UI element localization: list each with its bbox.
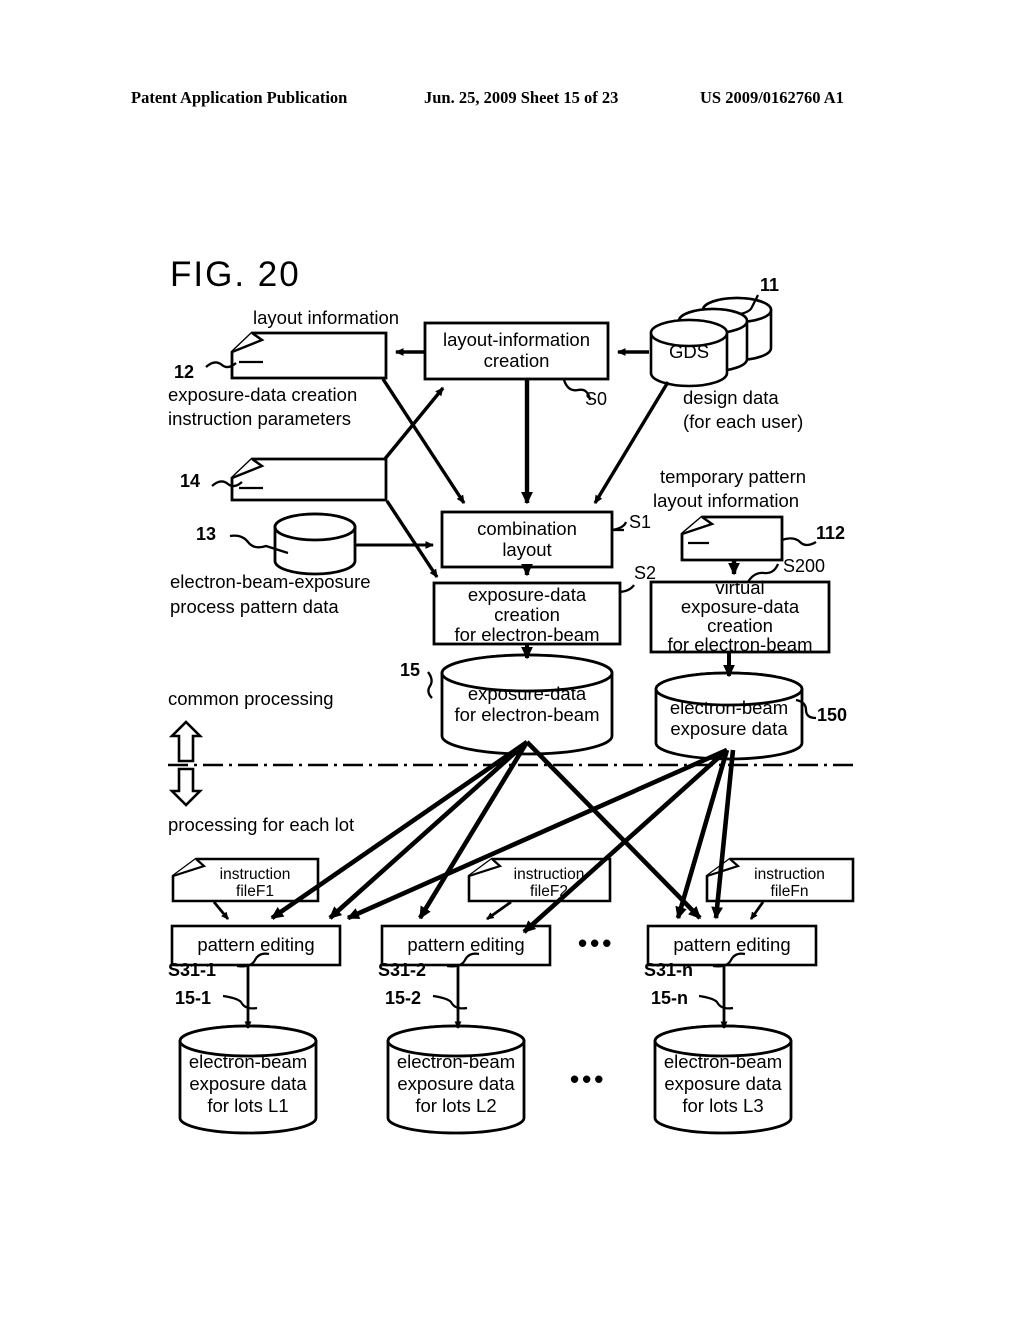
box-virtual-creation-text: virtual exposure-data creation for elect…	[651, 578, 829, 654]
refnum-11: 11	[760, 275, 780, 295]
instruction-file-2-line1: instruction	[513, 866, 585, 883]
step-S31-2: S31-2	[378, 960, 427, 980]
step-S200: S200	[783, 556, 826, 576]
arrow-doc14-to-layout-creation	[382, 386, 445, 462]
refnum-15-2: 15-2	[385, 988, 422, 1008]
arrow-file1-to-pe1	[212, 901, 230, 920]
cylinder-lot-l3-line3: for lots L3	[682, 1095, 764, 1116]
cylinder-lot-l1-text: electron-beam exposure data for lots L1	[180, 1051, 316, 1117]
cylinder-lot-l2-text: electron-beam exposure data for lots L2	[388, 1051, 524, 1117]
step-S31-1: S31-1	[168, 960, 217, 980]
common-processing-arrow-up	[168, 720, 204, 763]
pattern-editing-2-text: pattern editing	[407, 934, 525, 955]
cylinder-exposure-data-line1: exposure-data	[467, 683, 587, 704]
pattern-editing-1-text: pattern editing	[197, 934, 315, 955]
cylinder-lot-l3-line2: exposure data	[664, 1073, 782, 1094]
pattern-editing-n-text: pattern editing	[673, 934, 791, 955]
label-temporary-pattern-line2: layout information	[653, 490, 800, 511]
box-exposure-creation-line3: for electron-beam	[454, 624, 600, 645]
label-layout-information: layout information	[253, 307, 400, 328]
label-eb-process-pattern-line1: electron-beam-exposure	[170, 571, 371, 592]
box-combination-layout-line2: layout	[502, 539, 552, 560]
cylinder-lot-l2-line2: exposure data	[397, 1073, 515, 1094]
cylinder-lot-l1-line2: exposure data	[189, 1073, 307, 1094]
step-S0: S0	[585, 389, 608, 409]
cylinder-eb-exposure-data-line2: exposure data	[670, 718, 788, 739]
label-design-data-line2: (for each user)	[683, 411, 804, 432]
box-virtual-creation-line1: virtual	[715, 577, 765, 598]
box-virtual-creation-line4: for electron-beam	[667, 634, 813, 655]
box-layout-creation-text: layout-information creation	[425, 329, 608, 371]
box-virtual-creation-line3: creation	[707, 615, 773, 636]
instruction-file-n-line1: instruction	[754, 866, 825, 883]
document-instruction-parameters	[230, 457, 388, 502]
refnum-13: 13	[196, 524, 217, 544]
cylinder-eb-exposure-data-text: electron-beam exposure data	[656, 697, 802, 739]
step-S1: S1	[629, 512, 652, 532]
instruction-file-1-line2: fileF1	[236, 883, 274, 900]
label-processing-each-lot: processing for each lot	[168, 814, 355, 835]
instruction-file-n-line2: fileFn	[770, 883, 809, 900]
cylinder-lot-l3-text: electron-beam exposure data for lots L3	[655, 1051, 791, 1117]
box-virtual-creation-line2: exposure-data	[680, 596, 800, 617]
box-exposure-creation-text: exposure-data creation for electron-beam	[434, 585, 620, 645]
processing-each-lot-arrow-down	[168, 767, 204, 807]
box-combination-layout-line1: combination	[477, 518, 577, 539]
cylinder-lot-l1-line3: for lots L1	[207, 1095, 289, 1116]
instruction-file-2-text: instruction fileF2	[492, 866, 606, 900]
cylinder-lot-l3-line1: electron-beam	[663, 1051, 783, 1072]
patent-figure-page: Patent Application Publication Jun. 25, …	[0, 0, 1024, 1320]
instruction-file-n-text: instruction fileFn	[730, 866, 849, 900]
label-design-data-line1: design data	[683, 387, 779, 408]
arrow-doc14-to-exposure-creation	[385, 500, 439, 578]
label-instruction-parameters-line2: instruction parameters	[168, 408, 352, 429]
refnum-15-n: 15-n	[651, 988, 689, 1008]
refnum-15-1: 15-1	[175, 988, 212, 1008]
box-layout-creation-line2: creation	[483, 350, 550, 371]
document-layout-information	[230, 331, 388, 380]
step-S31-n: S31-n	[644, 960, 694, 980]
arrow-doc12-to-combination	[381, 378, 466, 504]
ellipsis-lot-cylinders: •••	[570, 1064, 607, 1094]
box-exposure-creation-line2: creation	[494, 604, 560, 625]
arrow-cyl150-to-pe2	[522, 748, 729, 934]
document-temporary-pattern-layout-info	[680, 515, 784, 562]
cylinder-lot-l2-line1: electron-beam	[396, 1051, 516, 1072]
label-eb-process-pattern-line2: process pattern data	[170, 596, 339, 617]
arrow-file2-to-pe2	[486, 900, 512, 921]
cylinder-exposure-data-text: exposure-data for electron-beam	[442, 683, 612, 725]
refnum-14: 14	[180, 471, 201, 491]
label-common-processing: common processing	[168, 688, 334, 709]
refnum-112: 112	[816, 523, 846, 543]
cylinder-lot-l2-line3: for lots L2	[415, 1095, 497, 1116]
cylinder-gds-label: GDS	[668, 341, 710, 362]
ellipsis-pattern-editing: •••	[578, 928, 615, 958]
diagram-canvas	[168, 294, 856, 1135]
cylinder-eb-exposure-data-line1: electron-beam	[669, 697, 789, 718]
box-combination-layout-text: combination layout	[442, 518, 612, 560]
cylinder-exposure-data-line2: for electron-beam	[454, 704, 600, 725]
refnum-12: 12	[174, 362, 195, 382]
cylinder-eb-process-pattern-data	[273, 512, 357, 576]
label-temporary-pattern-line1: temporary pattern	[660, 466, 807, 487]
instruction-file-1-text: instruction fileF1	[196, 866, 314, 900]
refnum-15: 15	[400, 660, 421, 680]
arrow-filen-to-pen	[749, 901, 765, 920]
cylinder-lot-l1-line1: electron-beam	[188, 1051, 308, 1072]
instruction-file-1-line1: instruction	[219, 866, 291, 883]
label-instruction-parameters-line1: exposure-data creation	[168, 384, 358, 405]
box-layout-creation-line1: layout-information	[442, 329, 591, 350]
box-exposure-creation-line1: exposure-data	[467, 584, 587, 605]
refnum-150: 150	[817, 705, 848, 725]
instruction-file-2-line2: fileF2	[530, 883, 568, 900]
